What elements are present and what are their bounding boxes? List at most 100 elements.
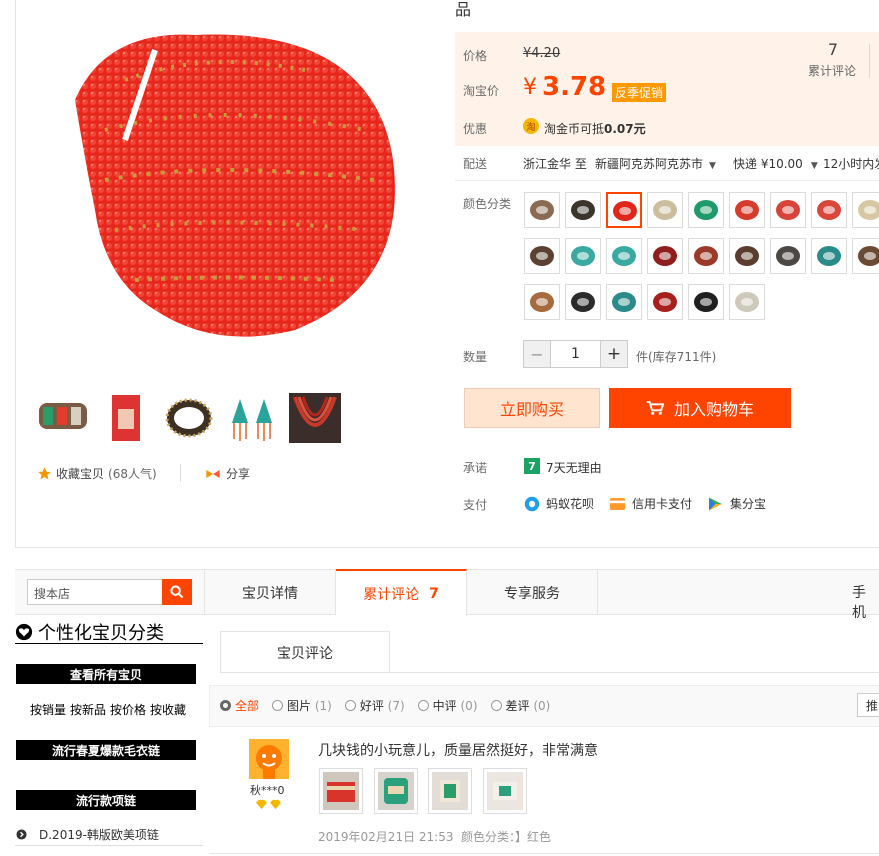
shipping-from: 浙江金华 至 bbox=[523, 157, 587, 171]
promise-label: 承诺 bbox=[463, 461, 488, 475]
promise-text[interactable]: 7天无理由 bbox=[546, 459, 602, 476]
review-photo-2[interactable] bbox=[374, 768, 418, 814]
product-title: 品 bbox=[455, 0, 472, 19]
color-option-15[interactable] bbox=[729, 238, 765, 274]
payment-credit-card[interactable]: 信用卡支付 bbox=[609, 495, 692, 512]
favorite-button[interactable]: 收藏宝贝 (68人气) bbox=[37, 465, 157, 482]
radio-icon bbox=[490, 700, 502, 711]
color-option-6[interactable] bbox=[729, 192, 765, 228]
tab-details[interactable]: 宝贝详情 bbox=[204, 570, 336, 615]
quantity-plus-button[interactable]: + bbox=[600, 340, 628, 368]
thumbnail-5[interactable] bbox=[289, 393, 341, 443]
color-option-5[interactable] bbox=[688, 192, 724, 228]
filter-count: (0) bbox=[529, 699, 551, 713]
review-photo-1[interactable] bbox=[319, 768, 363, 814]
original-price: ¥4.20 bbox=[523, 46, 561, 61]
payment-jifenbao[interactable]: 集分宝 bbox=[707, 495, 766, 512]
color-option-7[interactable] bbox=[770, 192, 806, 228]
coin-text: 淘金币可抵0.07元 bbox=[544, 122, 646, 136]
share-button[interactable]: 分享 bbox=[205, 465, 250, 482]
color-option-23[interactable] bbox=[688, 284, 724, 320]
sort-by-price[interactable]: 按价格 bbox=[110, 701, 146, 718]
cart-icon bbox=[646, 401, 664, 415]
shipping-label: 配送 bbox=[463, 157, 488, 171]
review-count-label[interactable]: 累计评论 bbox=[808, 62, 856, 79]
review-photo-3[interactable] bbox=[428, 768, 472, 814]
sidebar-category-sweater-chain[interactable]: 流行春夏爆款毛衣链 bbox=[16, 740, 196, 760]
color-option-19[interactable] bbox=[524, 284, 560, 320]
thumbnail-1[interactable] bbox=[37, 393, 89, 443]
payment-huabei[interactable]: 蚂蚁花呗 bbox=[524, 495, 594, 512]
quantity-minus-button[interactable]: − bbox=[523, 340, 551, 368]
sidebar-view-all[interactable]: 查看所有宝贝 bbox=[16, 664, 196, 684]
thumbnail-4[interactable] bbox=[226, 393, 278, 443]
tab-service[interactable]: 专享服务 bbox=[467, 570, 598, 615]
filter-label: 中评 bbox=[432, 699, 457, 713]
promo-badge: 反季促销 bbox=[612, 83, 667, 102]
search-icon bbox=[170, 585, 184, 599]
sort-button[interactable]: 推 bbox=[857, 693, 879, 717]
filter-label: 差评 bbox=[505, 699, 530, 713]
filter-option-3[interactable]: 好评 (7) bbox=[344, 697, 405, 714]
radio-icon bbox=[272, 700, 284, 711]
tab-mobile[interactable]: 手机 bbox=[852, 582, 879, 622]
shop-search-button[interactable] bbox=[162, 579, 192, 605]
color-option-24[interactable] bbox=[729, 284, 765, 320]
sidebar-category-necklace[interactable]: 流行款项链 bbox=[16, 790, 196, 810]
color-option-17[interactable] bbox=[811, 238, 847, 274]
divider bbox=[869, 44, 870, 78]
filter-option-4[interactable]: 中评 (0) bbox=[417, 697, 478, 714]
color-option-10[interactable] bbox=[524, 238, 560, 274]
filter-label: 全部 bbox=[235, 699, 260, 713]
color-option-2[interactable] bbox=[565, 192, 601, 228]
divider bbox=[220, 672, 879, 673]
divider bbox=[15, 845, 203, 846]
shop-search-input[interactable]: 搜本店 bbox=[27, 579, 163, 605]
color-option-12[interactable] bbox=[606, 238, 642, 274]
review-photo-4[interactable] bbox=[483, 768, 527, 814]
buy-now-button[interactable]: 立即购买 bbox=[464, 388, 600, 428]
tab-item-reviews[interactable]: 宝贝评论 bbox=[220, 631, 390, 673]
color-option-9[interactable] bbox=[852, 192, 879, 228]
filter-label: 好评 bbox=[359, 699, 384, 713]
color-option-11[interactable] bbox=[565, 238, 601, 274]
filter-option-2[interactable]: 图片 (1) bbox=[272, 697, 332, 714]
thumbnail-2[interactable] bbox=[100, 393, 152, 443]
color-option-3[interactable] bbox=[606, 192, 642, 228]
review-filters: 全部 图片 (1) 好评 (7) 中评 (0) 差评 (0) bbox=[220, 697, 550, 714]
shipping-method-select[interactable]: 快递 ¥10.00 ▼ bbox=[733, 155, 818, 172]
quantity-input[interactable]: 1 bbox=[550, 340, 601, 368]
filter-option-1[interactable]: 全部 bbox=[220, 697, 259, 714]
favorite-label: 收藏宝贝 bbox=[56, 467, 105, 481]
tab-reviews[interactable]: 累计评论 7 bbox=[336, 569, 467, 616]
sort-by-favorites[interactable]: 按收藏 bbox=[150, 701, 186, 718]
favorite-count: (68人气) bbox=[108, 467, 157, 481]
color-option-18[interactable] bbox=[852, 238, 879, 274]
color-option-22[interactable] bbox=[647, 284, 683, 320]
color-option-4[interactable] bbox=[647, 192, 683, 228]
thumbnail-3[interactable] bbox=[163, 393, 215, 443]
review-variant: 颜色分类：】红色 bbox=[461, 830, 552, 844]
shipping-destination-select[interactable]: 新疆阿克苏阿克苏市 ▼ bbox=[595, 155, 716, 172]
sort-by-sales[interactable]: 按销量 bbox=[30, 701, 66, 718]
color-option-21[interactable] bbox=[606, 284, 642, 320]
avatar bbox=[249, 739, 289, 779]
color-option-1[interactable] bbox=[524, 192, 560, 228]
color-option-13[interactable] bbox=[647, 238, 683, 274]
sort-by-new[interactable]: 按新品 bbox=[70, 701, 106, 718]
sidebar-item[interactable]: D.2019-韩版欧美项链 bbox=[16, 826, 159, 843]
add-to-cart-button[interactable]: 加入购物车 bbox=[609, 388, 791, 428]
star-icon bbox=[38, 467, 51, 480]
taobao-price-label: 淘宝价 bbox=[463, 84, 500, 98]
price-label: 价格 bbox=[463, 49, 488, 63]
filter-option-5[interactable]: 差评 (0) bbox=[490, 697, 551, 714]
divider bbox=[455, 180, 879, 181]
color-option-8[interactable] bbox=[811, 192, 847, 228]
filter-count: (1) bbox=[311, 699, 332, 713]
color-option-16[interactable] bbox=[770, 238, 806, 274]
color-option-14[interactable] bbox=[688, 238, 724, 274]
review-count[interactable]: 7 bbox=[812, 40, 854, 59]
color-option-20[interactable] bbox=[565, 284, 601, 320]
share-label: 分享 bbox=[226, 467, 251, 481]
chevron-down-icon: ▼ bbox=[810, 161, 818, 171]
